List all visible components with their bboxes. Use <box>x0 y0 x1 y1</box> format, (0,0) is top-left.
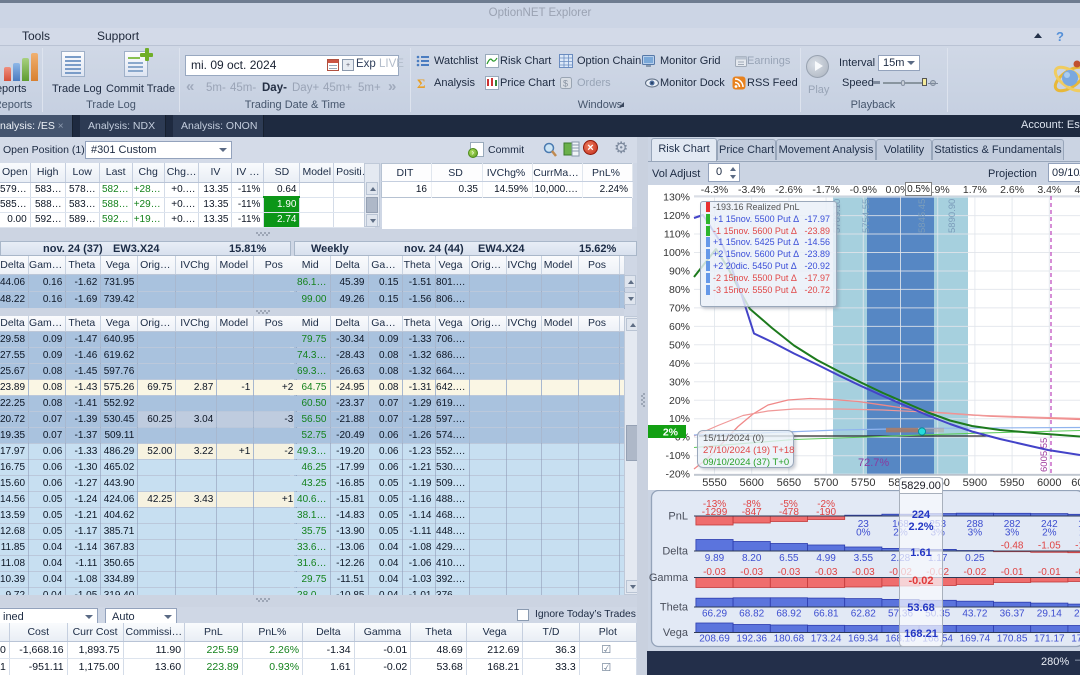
svg-text:22.09: 22.09 <box>1074 609 1080 620</box>
svg-text:2.6%: 2.6% <box>1000 185 1024 196</box>
svg-text:-2.6%: -2.6% <box>775 185 802 196</box>
svg-text:-10%: -10% <box>665 450 690 462</box>
svg-text:4.99: 4.99 <box>816 553 836 564</box>
svg-text:$: $ <box>563 79 568 89</box>
svg-text:-1.7%: -1.7% <box>812 185 839 196</box>
svg-text:130%: 130% <box>663 192 690 204</box>
svg-text:-0.01: -0.01 <box>1075 567 1080 578</box>
svg-text:-3.4%: -3.4% <box>738 185 765 196</box>
svg-text:2%: 2% <box>1042 528 1057 539</box>
svg-text:Theta: Theta <box>660 602 689 614</box>
svg-text:29.14: 29.14 <box>1037 609 1062 620</box>
svg-text:-0.01: -0.01 <box>1038 567 1061 578</box>
svg-text:-1.05: -1.05 <box>1038 541 1061 552</box>
svg-text:5845.45: 5845.45 <box>917 199 928 233</box>
svg-text:170.96: 170.96 <box>1071 634 1080 645</box>
svg-text:-0.03: -0.03 <box>703 567 726 578</box>
svg-text:6005.55: 6005.55 <box>1039 438 1050 472</box>
svg-text:100%: 100% <box>663 247 690 259</box>
svg-text:171.17: 171.17 <box>1034 634 1065 645</box>
svg-text:50%: 50% <box>669 339 690 351</box>
svg-text:3%: 3% <box>968 528 983 539</box>
svg-text:5950: 5950 <box>1000 477 1024 489</box>
svg-text:PnL: PnL <box>668 511 688 523</box>
svg-text:-0.02: -0.02 <box>964 567 987 578</box>
svg-text:20%: 20% <box>669 395 690 407</box>
svg-text:-847: -847 <box>742 507 762 518</box>
svg-text:80%: 80% <box>669 284 690 296</box>
svg-text:5700: 5700 <box>814 477 838 489</box>
svg-text:4.3%: 4.3% <box>1075 185 1080 196</box>
svg-text:5650: 5650 <box>777 477 801 489</box>
svg-text:5750: 5750 <box>851 477 875 489</box>
svg-text:-0.03: -0.03 <box>778 567 801 578</box>
svg-text:208.69: 208.69 <box>699 634 730 645</box>
svg-text:Vega: Vega <box>663 627 689 639</box>
svg-text:68.92: 68.92 <box>776 609 801 620</box>
svg-text:-20%: -20% <box>665 469 690 481</box>
svg-text:6.55: 6.55 <box>779 553 799 564</box>
svg-text:-0.01: -0.01 <box>1001 567 1024 578</box>
svg-text:Σ: Σ <box>417 76 426 90</box>
svg-text:3.4%: 3.4% <box>1037 185 1061 196</box>
svg-text:192.36: 192.36 <box>736 634 767 645</box>
svg-text:-1299: -1299 <box>702 507 728 518</box>
svg-text:6000: 6000 <box>1037 477 1061 489</box>
svg-text:0.25: 0.25 <box>965 553 985 564</box>
svg-text:169.34: 169.34 <box>848 634 879 645</box>
svg-text:36.37: 36.37 <box>1000 609 1025 620</box>
svg-text:170.85: 170.85 <box>997 634 1028 645</box>
svg-text:90%: 90% <box>669 266 690 278</box>
svg-text:43.72: 43.72 <box>962 609 987 620</box>
svg-text:5900: 5900 <box>963 477 987 489</box>
svg-text:8.20: 8.20 <box>742 553 762 564</box>
svg-text:10%: 10% <box>669 413 690 425</box>
svg-text:3%: 3% <box>1005 528 1020 539</box>
svg-text:3.55: 3.55 <box>854 553 874 564</box>
svg-text:66.81: 66.81 <box>814 609 839 620</box>
svg-text:120%: 120% <box>663 210 690 222</box>
svg-text:68.82: 68.82 <box>739 609 764 620</box>
svg-text:Gamma: Gamma <box>649 572 689 584</box>
svg-text:-0.03: -0.03 <box>815 567 838 578</box>
svg-text:Delta: Delta <box>662 546 689 558</box>
svg-text:30%: 30% <box>669 376 690 388</box>
svg-text:5600: 5600 <box>739 477 763 489</box>
svg-text:-0.03: -0.03 <box>852 567 875 578</box>
svg-text:60%: 60% <box>669 321 690 333</box>
svg-text:169.74: 169.74 <box>960 634 991 645</box>
svg-text:1.7%: 1.7% <box>963 185 987 196</box>
svg-text:9.89: 9.89 <box>705 553 725 564</box>
svg-text:40%: 40% <box>669 358 690 370</box>
svg-text:5890.90: 5890.90 <box>947 199 958 233</box>
svg-text:2%: 2% <box>663 427 679 439</box>
svg-text:-4.3%: -4.3% <box>701 185 728 196</box>
svg-text:180.68: 180.68 <box>774 634 805 645</box>
svg-text:-478: -478 <box>779 507 799 518</box>
svg-text:66.29: 66.29 <box>702 609 727 620</box>
svg-text:70%: 70% <box>669 302 690 314</box>
svg-text:5754.55: 5754.55 <box>861 199 872 233</box>
svg-text:-0.48: -0.48 <box>1001 541 1024 552</box>
svg-text:72.7%: 72.7% <box>858 457 889 469</box>
svg-text:110%: 110% <box>664 229 690 241</box>
svg-text:-0.03: -0.03 <box>740 567 763 578</box>
svg-text:-0.9%: -0.9% <box>850 185 877 196</box>
svg-text:5550: 5550 <box>702 477 726 489</box>
svg-text:0%: 0% <box>856 528 871 539</box>
svg-text:62.82: 62.82 <box>851 609 876 620</box>
svg-text:-1.31: -1.31 <box>1075 541 1080 552</box>
svg-text:173.24: 173.24 <box>811 634 842 645</box>
svg-text:6050: 6050 <box>1071 477 1080 489</box>
svg-text:-190: -190 <box>816 507 836 518</box>
